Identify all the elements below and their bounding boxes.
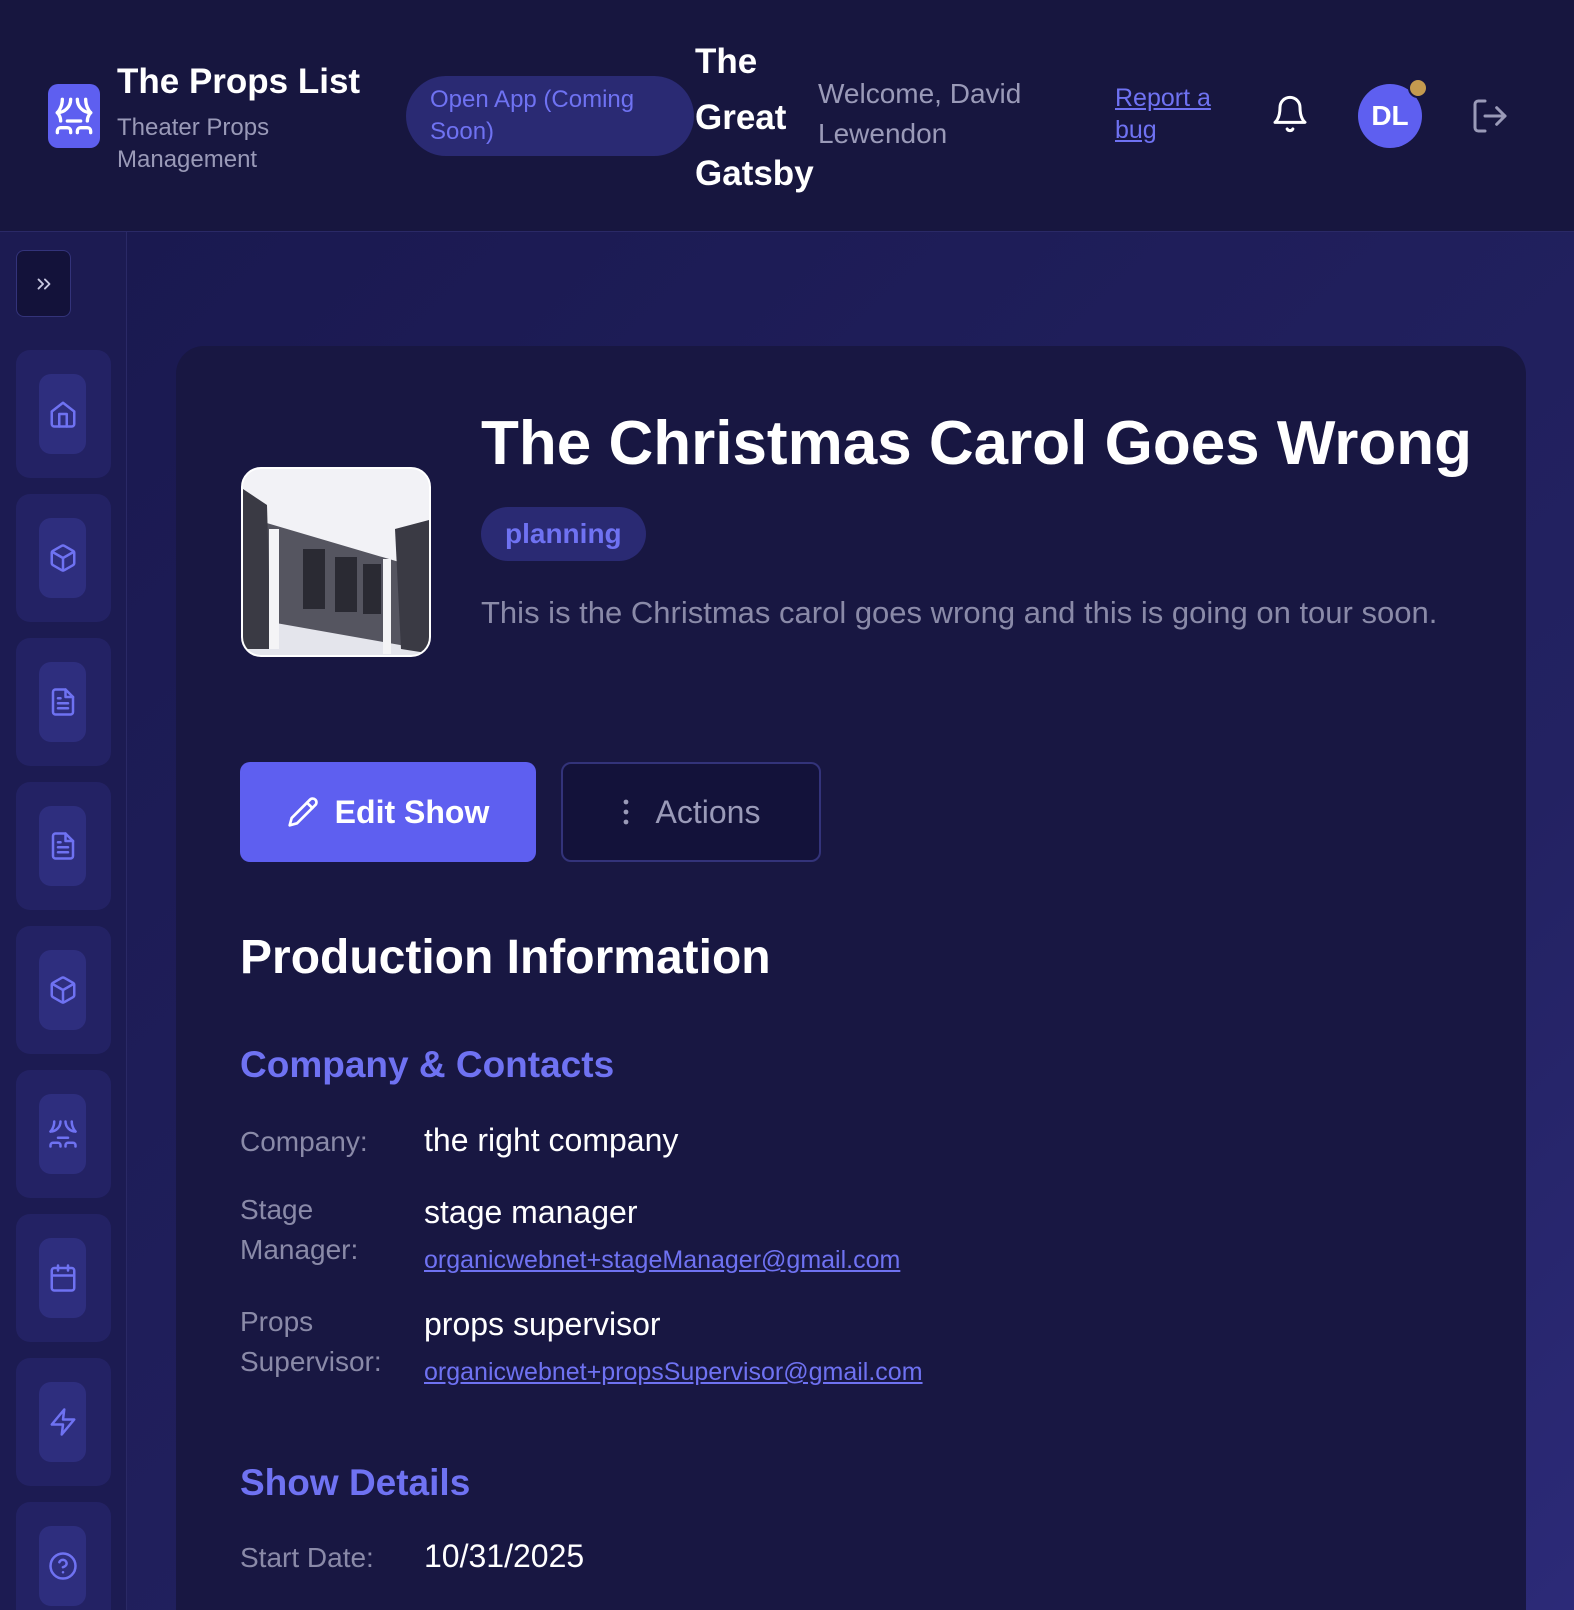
sidebar-item-props[interactable]: [16, 494, 111, 622]
open-app-button[interactable]: Open App (Coming Soon): [406, 76, 694, 156]
more-vertical-icon: [623, 799, 628, 825]
home-icon: [50, 401, 75, 428]
pencil-icon: [288, 797, 318, 827]
chevrons-right-icon: [37, 278, 50, 289]
notifications-bell-icon[interactable]: [1270, 94, 1310, 134]
lightning-icon: [50, 1408, 75, 1436]
theater-icon: [48, 1120, 77, 1148]
actions-label: Actions: [655, 793, 761, 830]
props-supervisor-email-link[interactable]: organicwebnet+propsSupervisor@gmail.com: [424, 1358, 923, 1387]
show-image[interactable]: [241, 467, 431, 657]
document-icon: [51, 688, 74, 716]
props-supervisor-value: props supervisor: [424, 1306, 661, 1342]
actions-button[interactable]: Actions: [561, 762, 821, 862]
brand-title: The Props List: [117, 62, 361, 101]
box-icon: [50, 544, 75, 572]
sidebar-item-activity[interactable]: [16, 1358, 111, 1486]
calendar-icon: [50, 1264, 75, 1292]
production-info-heading: Production Information: [240, 931, 771, 984]
edit-show-label: Edit Show: [334, 793, 490, 830]
status-badge: planning: [481, 507, 646, 561]
start-date-label: Start Date:: [240, 1542, 374, 1573]
show-title: The Christmas Carol Goes Wrong: [481, 409, 1473, 478]
stage-manager-email-link[interactable]: organicwebnet+stageManager@gmail.com: [424, 1246, 900, 1275]
top-header: The Props List Theater Props Management …: [0, 0, 1574, 232]
help-icon: [48, 1552, 77, 1580]
welcome-text: Welcome, David Lewendon: [818, 78, 1022, 149]
stage-manager-label: Stage Manager:: [240, 1194, 359, 1265]
sidebar-item-packing[interactable]: [16, 926, 111, 1054]
sidebar-item-shows[interactable]: [16, 1070, 111, 1198]
start-date-value: 10/31/2025: [424, 1538, 585, 1574]
sidebar: [0, 232, 127, 1610]
stage-manager-value: stage manager: [424, 1194, 638, 1230]
company-label: Company:: [240, 1126, 368, 1157]
show-details-heading: Show Details: [240, 1462, 471, 1503]
report-bug-link[interactable]: Report a bug: [1115, 82, 1225, 146]
company-contacts-heading: Company & Contacts: [240, 1044, 615, 1085]
sidebar-expand-button[interactable]: [16, 250, 71, 317]
company-value: the right company: [424, 1122, 679, 1158]
sidebar-item-reports[interactable]: [16, 782, 111, 910]
show-description: This is the Christmas carol goes wrong a…: [481, 595, 1438, 630]
props-supervisor-label: Props Supervisor:: [240, 1306, 382, 1377]
sidebar-item-documents[interactable]: [16, 638, 111, 766]
sidebar-item-help[interactable]: [16, 1502, 111, 1610]
set-image: [243, 469, 429, 655]
document-icon: [51, 832, 74, 860]
box-icon: [50, 976, 75, 1004]
notification-dot: [1408, 78, 1428, 98]
sidebar-item-home[interactable]: [16, 350, 111, 478]
logout-icon[interactable]: [1470, 96, 1510, 136]
brand-subtitle: Theater Props Management: [117, 114, 270, 173]
current-show-name[interactable]: The Great Gatsby: [695, 34, 825, 202]
edit-show-button[interactable]: Edit Show: [240, 762, 536, 862]
sidebar-item-calendar[interactable]: [16, 1214, 111, 1342]
app-logo[interactable]: [48, 84, 100, 148]
theater-logo-icon: [55, 97, 93, 135]
